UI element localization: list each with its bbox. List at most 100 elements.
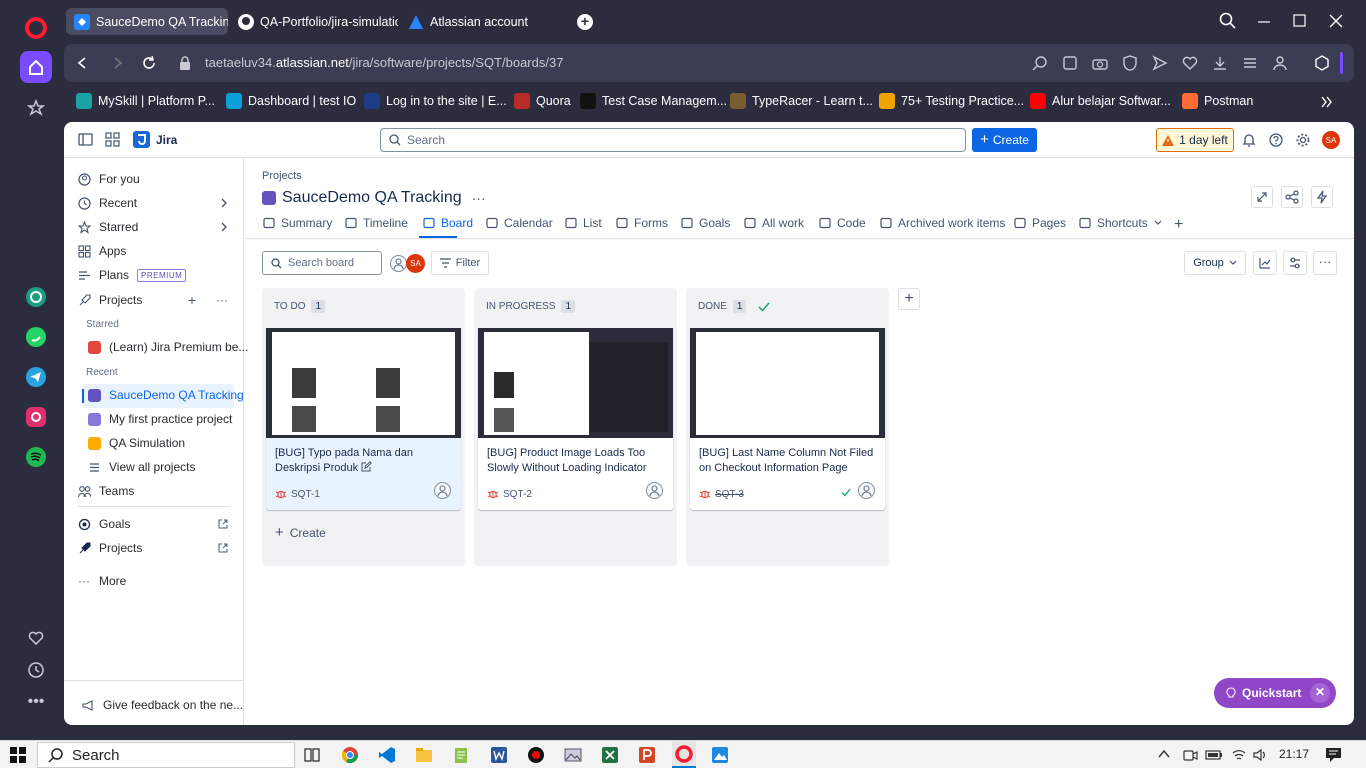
opera-logo-icon[interactable]: [20, 12, 52, 44]
help-icon[interactable]: [1268, 132, 1284, 148]
tab-list[interactable]: List: [565, 216, 602, 230]
tab-saucedemo[interactable]: SauceDemo QA Tracking -: [66, 8, 228, 35]
bookmark-item[interactable]: 75+ Testing Practice...: [879, 93, 1024, 109]
quickstart-button[interactable]: Quickstart ✕: [1214, 678, 1336, 708]
history-icon[interactable]: [20, 654, 52, 686]
back-icon[interactable]: [74, 55, 90, 71]
app-switcher-icon[interactable]: [105, 132, 121, 148]
extensions-icon[interactable]: [1314, 55, 1330, 71]
photos-icon[interactable]: [564, 746, 582, 764]
tab-code[interactable]: Code: [819, 216, 866, 230]
address-bar[interactable]: taetaeluv34.atlassian.net/jira/software/…: [64, 44, 1354, 82]
tab-board[interactable]: Board: [423, 216, 473, 230]
feedback-link[interactable]: Give feedback on the ne...: [82, 698, 243, 712]
easy-setup-icon[interactable]: [1242, 55, 1258, 71]
download-icon[interactable]: [1212, 55, 1228, 71]
edit-icon[interactable]: [1062, 55, 1078, 71]
task-view-icon[interactable]: [303, 746, 321, 764]
sidebar-item-practice[interactable]: My first practice project: [88, 412, 232, 426]
tab-archived-work-items[interactable]: Archived work items: [880, 216, 1005, 230]
automation-button[interactable]: [1311, 186, 1333, 208]
issue-card[interactable]: [BUG] Product Image Loads Too Slowly Wit…: [478, 328, 673, 510]
breadcrumb[interactable]: Projects: [262, 170, 302, 182]
profile-icon[interactable]: [1272, 55, 1288, 71]
tab-search-icon[interactable]: [1219, 12, 1237, 30]
send-icon[interactable]: [1152, 55, 1168, 71]
filter-button[interactable]: Filter: [431, 251, 489, 275]
chrome-icon[interactable]: [341, 746, 359, 764]
share-button[interactable]: [1281, 186, 1303, 208]
bookmark-item[interactable]: Dashboard | test IO: [226, 93, 356, 109]
tab-pages[interactable]: Pages: [1014, 216, 1066, 230]
fullscreen-button[interactable]: [1251, 186, 1273, 208]
instagram-icon[interactable]: [20, 401, 52, 433]
edit-icon[interactable]: [361, 461, 373, 472]
bookmark-item[interactable]: Log in to the site | E...: [364, 93, 507, 109]
tab-shortcuts[interactable]: Shortcuts: [1079, 216, 1162, 230]
add-project-icon[interactable]: +: [188, 292, 196, 308]
windows-start-icon[interactable]: [10, 747, 26, 763]
issue-card[interactable]: [BUG] Typo pada Nama dan Deskripsi Produ…: [266, 328, 461, 510]
notifications-icon[interactable]: [1241, 132, 1257, 148]
settings-icon[interactable]: [1295, 132, 1311, 148]
tab-goals[interactable]: Goals: [681, 216, 730, 230]
sidebar-item-for-you[interactable]: For you: [78, 172, 140, 186]
issue-key[interactable]: SQT-1: [275, 488, 320, 500]
bookmark-item[interactable]: Test Case Managem...: [580, 93, 727, 109]
tab-forms[interactable]: Forms: [616, 216, 668, 230]
sidebar-toggle-icon[interactable]: [78, 132, 94, 148]
sidebar-item-more[interactable]: ··· More: [78, 574, 126, 588]
unassigned-avatar[interactable]: [390, 255, 407, 272]
word-icon[interactable]: [490, 746, 508, 764]
insights-button[interactable]: [1253, 251, 1277, 275]
vscode-icon[interactable]: [378, 746, 396, 764]
telegram-icon[interactable]: [20, 361, 52, 393]
sidebar-item-recent[interactable]: Recent: [78, 196, 228, 210]
issue-card[interactable]: [BUG] Last Name Column Not Filed on Chec…: [690, 328, 885, 510]
tab-atlassian[interactable]: Atlassian account: [400, 8, 560, 35]
sidebar-item-projects-link[interactable]: Projects: [78, 541, 228, 555]
create-button[interactable]: + Create: [972, 128, 1037, 152]
bookmark-heart-icon[interactable]: [1182, 55, 1198, 71]
issue-key[interactable]: SQT-2: [487, 488, 532, 500]
notepad-icon[interactable]: [452, 746, 470, 764]
speed-dial-icon[interactable]: [20, 92, 52, 124]
bookmark-item[interactable]: Postman: [1182, 93, 1253, 109]
url-text[interactable]: taetaeluv34.atlassian.net/jira/software/…: [205, 55, 563, 70]
battery-icon[interactable]: [1205, 747, 1223, 763]
bookmark-item[interactable]: Alur belajar Softwar...: [1030, 93, 1171, 109]
search-board-input[interactable]: Search board: [262, 251, 382, 275]
user-avatar[interactable]: SA: [406, 254, 425, 273]
clock-time[interactable]: 21:17: [1279, 747, 1309, 761]
heart-icon[interactable]: [20, 622, 52, 654]
global-search-input[interactable]: Search: [380, 128, 966, 152]
taskbar-search[interactable]: Search: [37, 742, 295, 768]
show-hidden-icons-icon[interactable]: [1158, 749, 1170, 759]
sidebar-item-view-all[interactable]: View all projects: [88, 460, 195, 474]
tab-summary[interactable]: Summary: [263, 216, 332, 230]
sidebar-item-plans[interactable]: Plans PREMIUM: [78, 268, 187, 282]
assignee-avatar[interactable]: [434, 482, 451, 499]
reload-icon[interactable]: [141, 55, 157, 71]
whatsapp-icon[interactable]: [20, 321, 52, 353]
add-tab-button[interactable]: +: [1174, 216, 1183, 234]
sidebar-item-goals[interactable]: Goals: [78, 517, 228, 531]
sidebar-item-qa-simulation[interactable]: QA Simulation: [88, 436, 185, 450]
view-settings-button[interactable]: [1283, 251, 1307, 275]
tab-calendar[interactable]: Calendar: [486, 216, 553, 230]
opera-taskbar-active[interactable]: [672, 741, 696, 768]
assignee-avatar[interactable]: [646, 482, 663, 499]
sidebar-item-projects[interactable]: Projects + ···: [78, 292, 228, 308]
assignee-avatar[interactable]: [858, 482, 875, 499]
group-dropdown[interactable]: Group: [1184, 251, 1246, 275]
more-icon[interactable]: •••: [20, 686, 52, 718]
wifi-icon[interactable]: [1231, 747, 1247, 763]
create-issue-button[interactable]: + Create: [275, 524, 326, 541]
close-window-icon[interactable]: [1327, 12, 1345, 30]
sidebar-item-saucedemo[interactable]: SauceDemo QA Tracking: [88, 388, 244, 402]
shield-icon[interactable]: [1122, 55, 1138, 71]
meet-now-icon[interactable]: [1182, 747, 1198, 763]
file-explorer-icon[interactable]: [415, 746, 433, 764]
bookmarks-overflow-icon[interactable]: [1320, 95, 1334, 109]
obs-icon[interactable]: [527, 746, 545, 764]
